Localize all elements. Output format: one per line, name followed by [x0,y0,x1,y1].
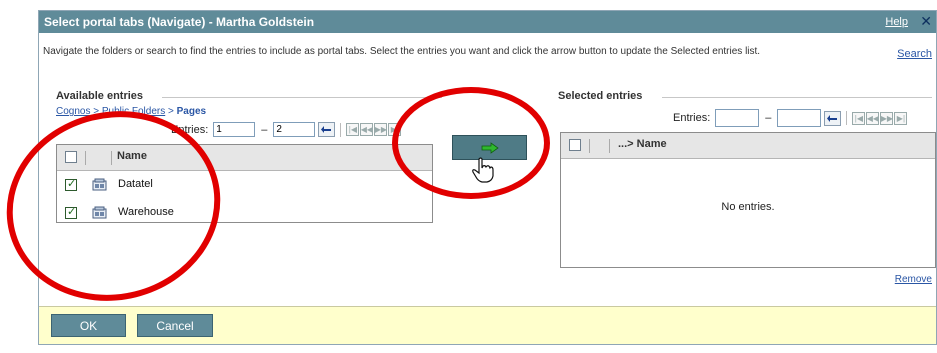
entry-name[interactable]: Datatel [118,178,153,190]
search-link[interactable]: Search [897,48,932,60]
warehouse-checkbox[interactable] [65,205,77,219]
selected-entries-label: Selected entries [558,90,643,102]
entry-name[interactable]: Warehouse [118,206,174,218]
previous-page-icon[interactable]: ◀◀ [360,123,374,136]
selected-entries-range: Entries: – |◀ ◀◀ ▶▶ ▶| [673,109,908,127]
available-entries-range: Entries: – |◀ ◀◀ ▶▶ ▶| [171,122,402,137]
cancel-button[interactable]: Cancel [137,314,213,337]
package-icon [92,178,107,191]
select-all-checkbox[interactable] [569,139,581,151]
breadcrumb: Cognos > Public Folders > Pages [56,106,206,117]
header-separator [111,151,112,165]
name-column-header[interactable]: ...> Name [618,138,667,150]
close-icon[interactable]: ✕ [920,13,932,30]
breadcrumb-public-folders[interactable]: Public Folders [102,106,165,117]
range-dash: – [261,123,268,136]
go-arrow-icon[interactable] [824,110,842,126]
selected-section-rule [662,97,932,98]
breadcrumb-current: Pages [176,106,207,117]
title-bar: Select portal tabs (Navigate) - Martha G… [39,11,936,33]
ok-button[interactable]: OK [51,314,126,337]
instructions-text: Navigate the folders or search to find t… [43,46,761,57]
next-page-icon[interactable]: ▶▶ [880,111,894,125]
first-page-icon[interactable]: |◀ [852,111,866,125]
go-arrow-icon[interactable] [318,122,336,137]
list-header: Name [57,145,432,171]
header-separator [609,139,610,153]
entries-to-input[interactable] [273,122,316,137]
dialog-footer: OK Cancel [39,306,936,344]
previous-page-icon[interactable]: ◀◀ [866,111,880,125]
remove-link[interactable]: Remove [895,274,932,285]
datatel-checkbox[interactable] [65,177,77,191]
first-page-icon[interactable]: |◀ [346,123,360,136]
last-page-icon[interactable]: ▶| [894,111,908,125]
package-icon [92,206,107,219]
breadcrumb-separator: > [90,106,102,117]
available-entries-list: Name Datatel Warehouse [56,144,433,223]
help-link[interactable]: Help [885,16,908,28]
entries-label: Entries: [673,112,711,124]
select-all-checkbox[interactable] [65,151,77,163]
entries-label: Entries: [171,123,209,136]
last-page-icon[interactable]: ▶| [388,123,402,136]
dialog-title: Select portal tabs (Navigate) - Martha G… [44,15,315,29]
header-separator [85,151,86,165]
selected-entries-to-input[interactable] [777,109,822,127]
list-header: ...> Name [561,133,935,159]
breadcrumb-separator: > [165,106,177,117]
entries-from-input[interactable] [213,122,256,137]
toolbar-separator [340,122,342,137]
name-column-header[interactable]: Name [117,150,147,162]
next-page-icon[interactable]: ▶▶ [374,123,388,136]
empty-state-text: No entries. [721,201,775,213]
available-section-rule [162,97,442,98]
toolbar-separator [846,111,848,125]
selected-entries-from-input[interactable] [715,109,760,127]
selected-entries-list: ...> Name No entries. [560,132,936,268]
available-entries-label: Available entries [56,90,144,102]
select-portal-tabs-dialog: Select portal tabs (Navigate) - Martha G… [38,10,937,345]
hand-pointer-icon [472,157,494,183]
range-dash: – [765,112,772,124]
breadcrumb-cognos[interactable]: Cognos [56,106,90,117]
right-arrow-icon [481,141,499,154]
header-separator [589,139,590,153]
